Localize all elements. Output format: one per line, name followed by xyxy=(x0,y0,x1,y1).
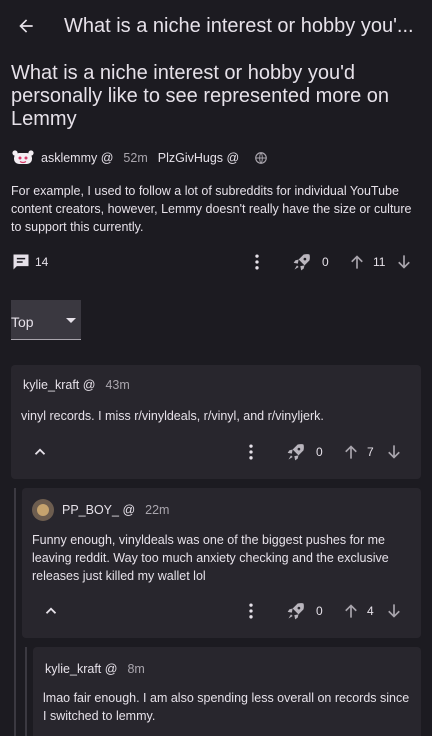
comment-count-button[interactable]: 14 xyxy=(11,252,48,272)
post-body: For example, I used to follow a lot of s… xyxy=(11,184,412,234)
post-actions: 14 0 11 xyxy=(0,248,432,276)
post-time: 52m xyxy=(123,151,148,165)
comment-card: kylie_kraft @ 43m vinyl records. I miss … xyxy=(11,365,421,479)
downvote-arrow-icon xyxy=(398,255,410,269)
comment-upvote-button[interactable]: 4 xyxy=(341,601,374,621)
comment-more-button[interactable] xyxy=(241,601,261,621)
community-logo-icon[interactable] xyxy=(11,148,35,168)
more-vertical-icon xyxy=(249,444,253,460)
more-vertical-icon xyxy=(255,254,259,270)
more-vertical-icon xyxy=(249,603,253,619)
comment-text: lmao fair enough. I am also spending les… xyxy=(43,691,410,723)
comment-boost-button[interactable]: 0 xyxy=(286,601,323,621)
comment-boost-count: 0 xyxy=(316,604,323,618)
post-author[interactable]: PlzGivHugs @ xyxy=(158,151,239,165)
comment-text: vinyl records. I miss r/vinyldeals, r/vi… xyxy=(21,409,324,423)
comment-boost-button[interactable]: 0 xyxy=(286,442,323,462)
dropdown-underline xyxy=(11,339,81,340)
post-title: What is a niche interest or hobby you'd … xyxy=(11,62,389,130)
post-boost-button[interactable]: 0 xyxy=(292,252,329,272)
comment-header: kylie_kraft @ 43m xyxy=(23,378,130,392)
comment-header: PP_BOY_ @ 22m xyxy=(32,499,169,521)
rocket-icon xyxy=(293,254,310,271)
globe-icon xyxy=(255,152,268,164)
downvote-arrow-icon xyxy=(388,445,400,459)
comment-downvote-button[interactable] xyxy=(384,442,404,462)
upvote-arrow-icon xyxy=(345,604,357,618)
thread-line xyxy=(14,488,16,736)
comment-boost-count: 0 xyxy=(316,445,323,459)
collapse-button[interactable] xyxy=(31,443,49,461)
comment-header: kylie_kraft @ 8m xyxy=(45,662,145,676)
comment-time: 22m xyxy=(145,503,170,517)
upvote-arrow-icon xyxy=(345,445,357,459)
sort-value: Top xyxy=(11,314,34,330)
app-bar: What is a niche interest or hobby you'..… xyxy=(0,0,432,52)
post-downvote-button[interactable] xyxy=(394,252,414,272)
comment-card: PP_BOY_ @ 22m Funny enough, vinyldeals w… xyxy=(22,488,421,638)
comment-count: 14 xyxy=(35,255,49,269)
comment-time: 43m xyxy=(105,378,130,392)
app-bar-title: What is a niche interest or hobby you'..… xyxy=(64,14,414,37)
post-upvote-button[interactable]: 11 xyxy=(347,252,385,272)
comment-text: Funny enough, vinyldeals was one of the … xyxy=(32,533,389,583)
comment-author[interactable]: kylie_kraft @ xyxy=(23,378,95,392)
upvote-arrow-icon xyxy=(351,255,363,269)
chevron-up-icon xyxy=(34,448,46,455)
comment-score: 4 xyxy=(367,604,374,618)
comment-more-button[interactable] xyxy=(241,442,261,462)
post-score: 11 xyxy=(373,255,386,269)
comment-time: 8m xyxy=(127,662,145,676)
comment-upvote-button[interactable]: 7 xyxy=(341,442,374,462)
comment-downvote-button[interactable] xyxy=(384,601,404,621)
dropdown-arrow-icon xyxy=(66,318,76,323)
collapse-button[interactable] xyxy=(42,602,60,620)
rocket-icon xyxy=(287,444,304,461)
comment-icon xyxy=(13,254,29,270)
chevron-up-icon xyxy=(45,607,57,614)
post-boost-count: 0 xyxy=(322,255,329,269)
post-more-button[interactable] xyxy=(247,252,267,272)
back-arrow-icon xyxy=(19,19,33,33)
comment-score: 7 xyxy=(367,445,374,459)
post-community[interactable]: asklemmy @ xyxy=(41,151,113,165)
back-button[interactable] xyxy=(0,0,52,52)
post-meta: asklemmy @ 52m PlzGivHugs @ xyxy=(11,148,268,168)
comment-author[interactable]: kylie_kraft @ xyxy=(45,662,117,676)
thread-line xyxy=(25,647,27,736)
rocket-icon xyxy=(287,603,304,620)
downvote-arrow-icon xyxy=(388,604,400,618)
avatar[interactable] xyxy=(32,499,54,521)
comment-author[interactable]: PP_BOY_ @ xyxy=(62,503,135,517)
sort-dropdown[interactable]: Top xyxy=(11,300,81,340)
comment-card: kylie_kraft @ 8m lmao fair enough. I am … xyxy=(33,647,421,736)
